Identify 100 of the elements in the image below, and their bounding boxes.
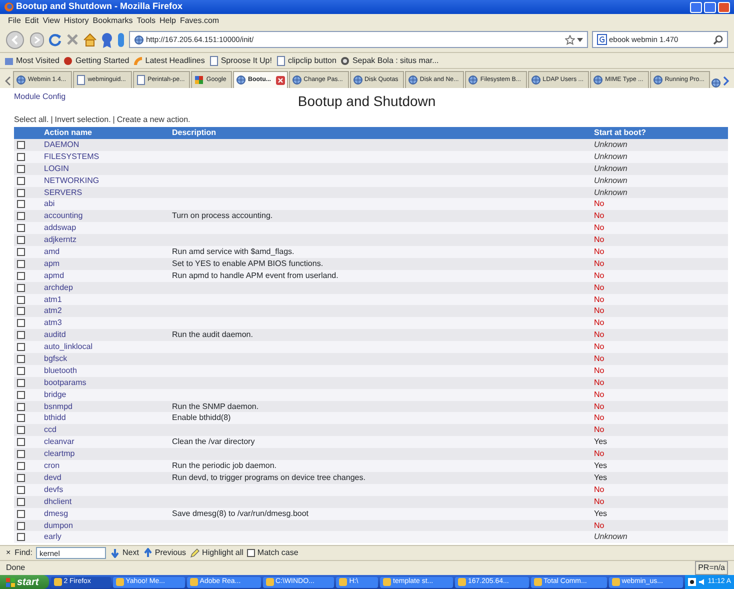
action-name-link[interactable]: cleartmp [44, 449, 75, 458]
action-name-link[interactable]: LOGIN [44, 164, 69, 173]
action-name-link[interactable]: cleanvar [44, 437, 74, 446]
row-checkbox[interactable] [17, 224, 25, 232]
menu-item[interactable]: Tools [136, 14, 156, 26]
row-checkbox[interactable] [17, 272, 25, 280]
action-name-link[interactable]: ccd [44, 425, 56, 434]
row-checkbox[interactable] [17, 296, 25, 304]
menu-item[interactable]: Edit [24, 14, 39, 26]
highlight-all-button[interactable]: Highlight all [190, 547, 244, 559]
row-checkbox[interactable] [17, 343, 25, 352]
bookmark-item[interactable]: Sproose It Up! [208, 54, 272, 66]
row-checkbox[interactable] [17, 248, 25, 256]
close-icon[interactable] [276, 76, 285, 84]
scroll-left-icon[interactable] [4, 74, 12, 88]
bookmark-item[interactable]: Latest Headlines [133, 54, 205, 66]
action-name-link[interactable]: FILESYSTEMS [44, 152, 100, 161]
row-checkbox[interactable] [17, 188, 25, 197]
action-name-link[interactable]: amd [44, 247, 60, 256]
minimize-button[interactable] [690, 2, 702, 12]
action-name-link[interactable]: bsnmpd [44, 402, 72, 411]
action-name-link[interactable]: atm2 [44, 306, 62, 316]
scroll-right-icon[interactable] [722, 74, 730, 88]
back-button[interactable] [6, 30, 26, 48]
action-name-link[interactable]: atm3 [44, 318, 62, 328]
row-checkbox[interactable] [17, 462, 25, 470]
row-checkbox[interactable] [17, 141, 25, 149]
close-button[interactable]: × [6, 547, 11, 559]
action-name-link[interactable]: apmd [44, 270, 64, 280]
menu-item[interactable]: History [64, 14, 89, 26]
row-checkbox[interactable] [17, 510, 25, 518]
action-name-link[interactable]: bridge [44, 390, 66, 399]
reload-icon[interactable] [48, 32, 62, 46]
menu-item[interactable]: View [42, 14, 60, 26]
row-checkbox[interactable] [17, 355, 25, 364]
row-checkbox[interactable] [17, 474, 25, 482]
action-name-link[interactable]: bthidd [44, 413, 66, 422]
match-case-checkbox[interactable] [247, 549, 256, 557]
ribbon-icon[interactable] [101, 32, 113, 48]
action-name-link[interactable]: accounting [44, 211, 83, 220]
row-checkbox[interactable] [17, 307, 25, 316]
action-name-link[interactable]: bluetooth [44, 366, 77, 375]
action-name-link[interactable]: dumpon [44, 520, 73, 530]
action-name-link[interactable]: apm [44, 258, 60, 268]
row-checkbox[interactable] [17, 260, 25, 268]
row-checkbox[interactable] [17, 414, 25, 422]
row-checkbox[interactable] [17, 522, 25, 530]
row-checkbox[interactable] [17, 366, 25, 375]
action-name-link[interactable]: cron [44, 461, 60, 470]
row-checkbox[interactable] [17, 319, 25, 328]
bookmark-item[interactable]: clipclip button [276, 54, 336, 66]
row-checkbox[interactable] [17, 450, 25, 458]
menu-item[interactable]: Help [159, 14, 176, 26]
action-link[interactable]: Create a new action. [116, 114, 190, 126]
action-name-link[interactable]: DAEMON [44, 140, 80, 149]
action-name-link[interactable]: dmesg [44, 508, 68, 518]
row-checkbox[interactable] [17, 402, 25, 411]
row-checkbox[interactable] [17, 331, 25, 340]
action-name-link[interactable]: auditd [44, 330, 66, 340]
home-icon[interactable] [83, 32, 97, 46]
action-link[interactable]: Invert selection. [54, 114, 111, 126]
row-checkbox[interactable] [17, 200, 25, 208]
action-name-link[interactable]: auto_linklocal [44, 342, 92, 352]
action-link[interactable]: Select all. [14, 114, 49, 126]
action-name-link[interactable]: NETWORKING [44, 176, 100, 185]
row-checkbox[interactable] [17, 390, 25, 399]
previous-button[interactable]: Previous [142, 547, 186, 559]
start-button[interactable]: start [0, 575, 49, 589]
row-checkbox[interactable] [17, 212, 25, 220]
menu-item[interactable]: Bookmarks [92, 14, 133, 26]
bookmark-item[interactable]: Getting Started [63, 54, 130, 66]
action-name-link[interactable]: abi [44, 199, 55, 208]
action-name-link[interactable]: addswap [44, 223, 76, 232]
menu-item[interactable]: File [8, 14, 21, 26]
action-name-link[interactable]: devd [44, 472, 62, 482]
row-checkbox[interactable] [17, 533, 25, 542]
dropdown-icon[interactable] [577, 36, 583, 42]
search-icon[interactable] [713, 34, 723, 44]
bookmark-item[interactable]: Most Visited [4, 54, 60, 66]
forward-button[interactable] [30, 32, 44, 48]
close-button[interactable] [718, 2, 730, 12]
action-name-link[interactable]: devfs [44, 484, 64, 494]
row-checkbox[interactable] [17, 426, 25, 434]
row-checkbox[interactable] [17, 378, 25, 387]
action-name-link[interactable]: early [44, 532, 62, 542]
action-name-link[interactable]: atm1 [44, 294, 62, 304]
row-checkbox[interactable] [17, 152, 25, 161]
maximize-button[interactable] [704, 2, 716, 12]
module-config-link[interactable]: Module Config [14, 91, 66, 103]
row-checkbox[interactable] [17, 438, 25, 446]
bookmark-item[interactable]: Sepak Bola : situs mar... [340, 54, 439, 66]
row-checkbox[interactable] [17, 164, 25, 173]
action-name-link[interactable]: bgfsck [44, 354, 68, 364]
action-name-link[interactable]: SERVERS [44, 188, 82, 197]
row-checkbox[interactable] [17, 498, 25, 506]
row-checkbox[interactable] [17, 176, 25, 185]
action-name-link[interactable]: bootparams [44, 378, 86, 387]
action-name-link[interactable]: dhclient [44, 496, 72, 506]
row-checkbox[interactable] [17, 284, 25, 292]
row-checkbox[interactable] [17, 236, 25, 244]
